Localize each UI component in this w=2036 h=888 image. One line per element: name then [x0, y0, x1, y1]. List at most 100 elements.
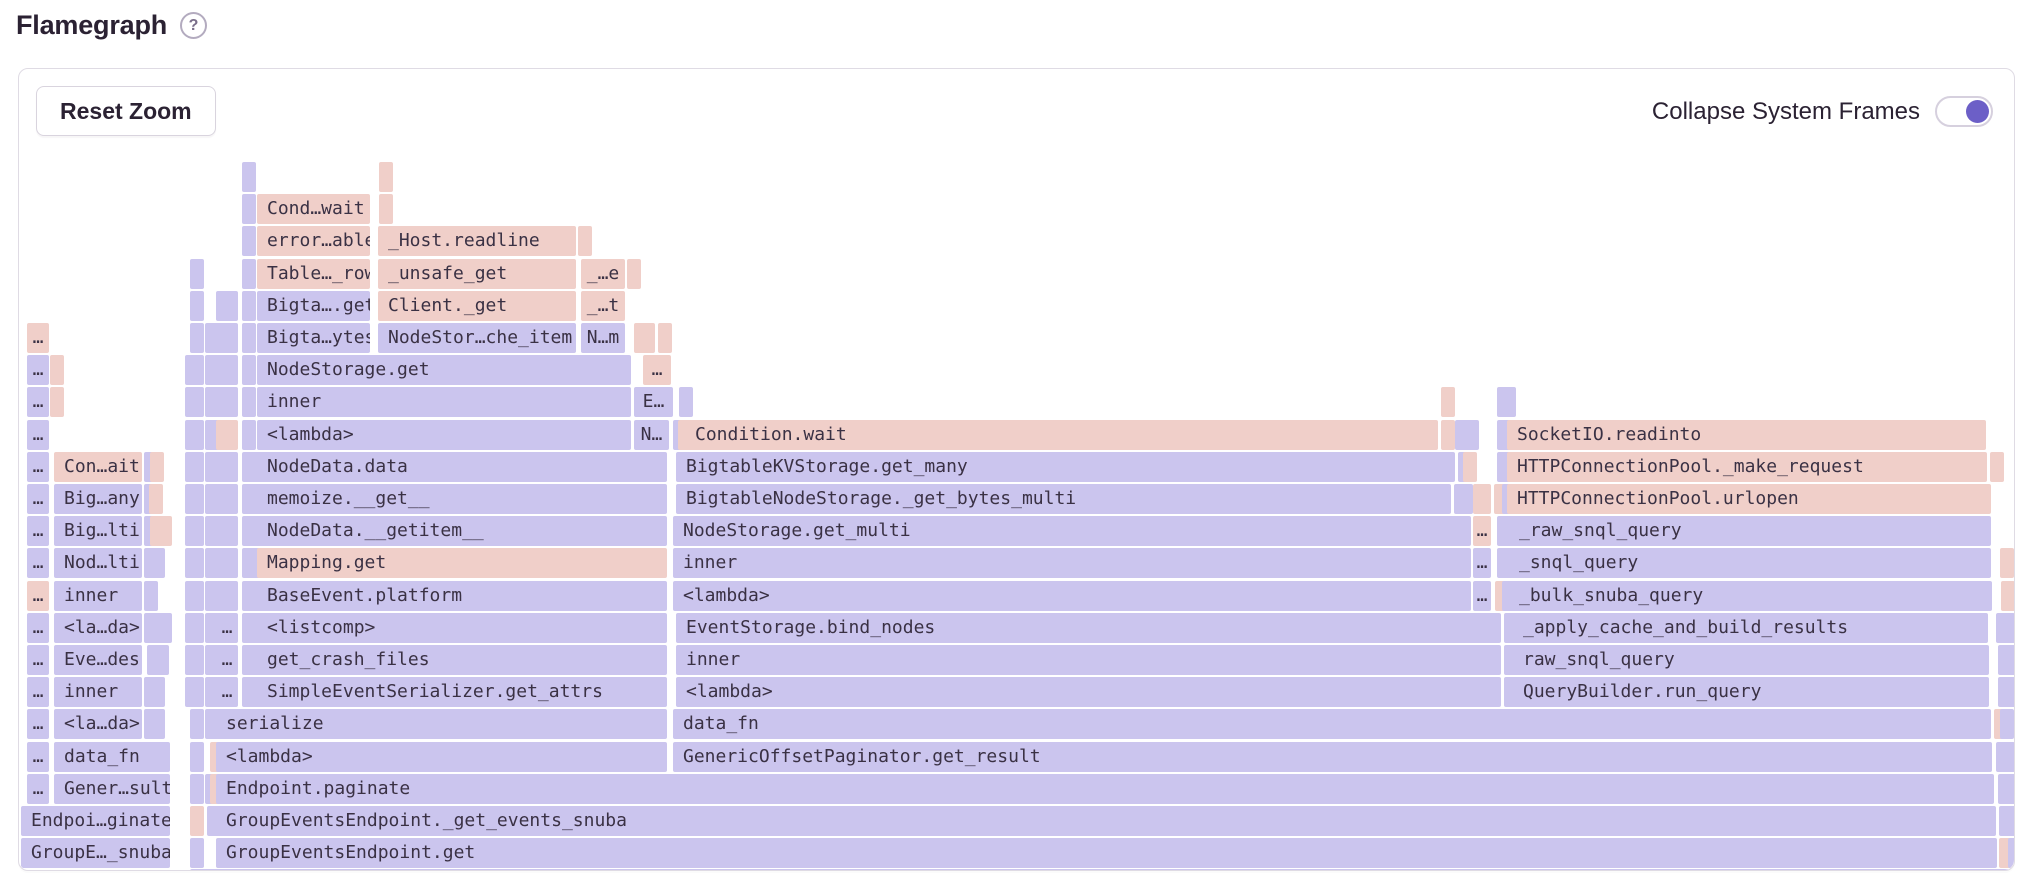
flame-bar[interactable] — [2000, 548, 2014, 578]
flame-bar[interactable]: E… — [634, 387, 673, 417]
flame-bar[interactable]: … — [27, 581, 49, 611]
flame-bar[interactable] — [2008, 838, 2014, 868]
flame-bar[interactable] — [679, 387, 693, 417]
flame-bar[interactable]: GroupE…_snuba — [21, 838, 170, 868]
flame-bar[interactable] — [242, 162, 256, 192]
flame-bar[interactable] — [216, 323, 238, 353]
flame-bar[interactable] — [216, 516, 238, 546]
flame-bar[interactable] — [242, 323, 256, 353]
flame-bar[interactable] — [190, 484, 204, 514]
flame-bar[interactable] — [50, 387, 64, 417]
flame-bar[interactable] — [150, 452, 164, 482]
flame-bar[interactable] — [379, 194, 393, 224]
flame-bar[interactable]: EventStorage.bind_nodes — [676, 613, 1501, 643]
flame-bar[interactable]: Endpoi…ginate — [21, 806, 170, 836]
flame-bar[interactable] — [155, 645, 169, 675]
flame-bar[interactable] — [190, 452, 204, 482]
flame-bar[interactable] — [2005, 774, 2014, 804]
flame-bar[interactable] — [242, 387, 256, 417]
flame-bar[interactable]: data_fn — [54, 742, 170, 772]
help-icon[interactable]: ? — [180, 12, 207, 39]
flame-bar[interactable]: … — [643, 355, 671, 385]
flame-bar[interactable]: GroupEventsEndpoint._get_events_snuba — [216, 806, 1996, 836]
flame-bar[interactable]: … — [27, 548, 49, 578]
flame-bar[interactable]: get_crash_files — [257, 645, 667, 675]
flame-bar[interactable] — [190, 581, 204, 611]
flame-bar[interactable]: <la…da> — [54, 613, 142, 643]
flame-bar[interactable]: QueryBuilder.run_query — [1513, 677, 1989, 707]
flame-bar[interactable]: … — [27, 742, 49, 772]
flame-bar[interactable]: Client._get — [378, 291, 576, 321]
flame-bar[interactable]: HTTPConnectionPool._make_request — [1507, 452, 1987, 482]
flame-bar[interactable] — [190, 355, 204, 385]
flame-bar[interactable]: NodeStorage.get — [257, 355, 631, 385]
flame-bar[interactable]: Table…_row — [257, 259, 370, 289]
flame-bar[interactable]: _…t — [581, 291, 625, 321]
flame-bar[interactable]: SocketIO.readinto — [1507, 420, 1986, 450]
flame-bar[interactable] — [190, 516, 204, 546]
flame-bar[interactable]: _snql_query — [1509, 548, 1991, 578]
flame-bar[interactable] — [50, 355, 64, 385]
flame-bar[interactable]: inner — [54, 677, 142, 707]
flame-bar[interactable] — [2001, 742, 2014, 772]
flame-bar[interactable] — [1459, 484, 1473, 514]
flame-bar[interactable] — [151, 709, 165, 739]
flame-bar[interactable] — [149, 484, 163, 514]
flame-bar[interactable]: inner — [257, 387, 631, 417]
flame-bar[interactable]: inner — [676, 645, 1501, 675]
flame-bar[interactable] — [2002, 645, 2014, 675]
flame-bar[interactable]: error…able — [257, 226, 370, 256]
flame-bar[interactable]: <lambda> — [216, 742, 667, 772]
flame-bar[interactable] — [216, 420, 238, 450]
flame-bar[interactable]: GenericOffsetPaginator.get_result — [673, 742, 1992, 772]
flame-bar[interactable] — [216, 452, 238, 482]
flame-bar[interactable] — [190, 806, 204, 836]
flame-bar[interactable]: … — [27, 516, 49, 546]
flame-bar[interactable]: inner — [673, 548, 1471, 578]
flame-bar[interactable]: NodeData.__getitem__ — [257, 516, 667, 546]
flame-bar[interactable] — [216, 355, 238, 385]
flame-bar[interactable] — [151, 677, 165, 707]
flame-bar[interactable]: NodeData.data — [257, 452, 667, 482]
flame-bar[interactable] — [151, 548, 165, 578]
flame-bar[interactable] — [190, 869, 2011, 870]
flame-bar[interactable]: raw_snql_query — [1513, 645, 1989, 675]
flame-bar[interactable] — [2006, 806, 2014, 836]
flame-bar[interactable]: N… — [634, 420, 669, 450]
flame-bar[interactable] — [190, 323, 204, 353]
flame-bar[interactable] — [379, 162, 393, 192]
flame-bar[interactable] — [1502, 387, 1516, 417]
flame-bar[interactable]: … — [27, 677, 49, 707]
flame-bar[interactable] — [190, 709, 204, 739]
flame-bar[interactable] — [190, 259, 204, 289]
flame-bar[interactable] — [242, 291, 256, 321]
flame-bar[interactable] — [190, 645, 204, 675]
flame-bar[interactable]: N…m — [581, 323, 625, 353]
flame-bar[interactable]: … — [216, 645, 238, 675]
flame-bar[interactable] — [1463, 452, 1477, 482]
flame-bar[interactable] — [634, 323, 655, 353]
flame-bar[interactable]: … — [27, 645, 49, 675]
flame-bar[interactable]: <lambda> — [676, 677, 1501, 707]
flame-bar[interactable] — [1473, 484, 1491, 514]
flame-bar[interactable]: BigtableNodeStorage._get_bytes_multi — [676, 484, 1451, 514]
flame-bar[interactable]: _raw_snql_query — [1509, 516, 1991, 546]
flame-bar[interactable]: … — [27, 613, 49, 643]
flame-bar[interactable] — [1441, 420, 1455, 450]
flame-bar[interactable]: inner — [54, 581, 142, 611]
flame-bar[interactable]: … — [27, 323, 49, 353]
flame-bar[interactable]: HTTPConnectionPool.urlopen — [1507, 484, 1991, 514]
flame-bar[interactable]: … — [27, 484, 49, 514]
flame-bar[interactable] — [242, 226, 256, 256]
flame-bar[interactable]: BigtableKVStorage.get_many — [676, 452, 1455, 482]
flame-bar[interactable]: NodeStor…che_item — [378, 323, 576, 353]
flame-bar[interactable]: … — [27, 387, 49, 417]
flame-bar[interactable]: SimpleEventSerializer.get_attrs — [257, 677, 667, 707]
flame-bar[interactable] — [1990, 452, 2004, 482]
flame-bar[interactable]: <lambda> — [257, 420, 631, 450]
flame-bar[interactable]: _unsafe_get — [378, 259, 576, 289]
flame-bar[interactable] — [242, 420, 256, 450]
flame-bar[interactable]: Bigta….get — [257, 291, 370, 321]
flame-bar[interactable] — [2000, 709, 2014, 739]
flame-bar[interactable]: BaseEvent.platform — [257, 581, 667, 611]
